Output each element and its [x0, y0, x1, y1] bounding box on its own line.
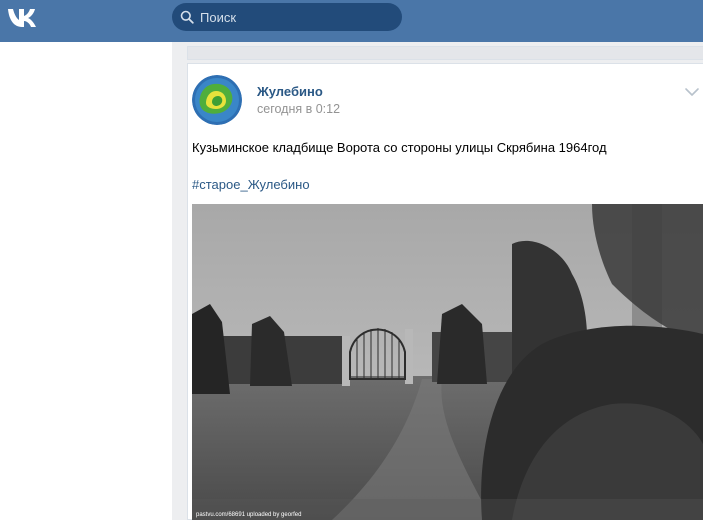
post-author[interactable]: Жулебино [257, 84, 323, 99]
post-text: Кузьминское кладбище Ворота со стороны у… [192, 140, 607, 155]
left-sidebar [0, 42, 172, 520]
post-hashtag[interactable]: #старое_Жулебино [192, 177, 310, 192]
avatar-image [192, 75, 242, 125]
previous-post-bottom [187, 46, 703, 60]
avatar[interactable] [192, 75, 242, 125]
post-photo[interactable]: pastvu.com/68691 uploaded by georfed [192, 204, 703, 520]
top-header-bar [0, 0, 703, 36]
search-box[interactable] [172, 3, 402, 31]
search-icon [180, 10, 194, 24]
chevron-down-icon[interactable] [684, 87, 700, 97]
post-timestamp[interactable]: сегодня в 0:12 [257, 102, 340, 116]
search-input[interactable] [200, 3, 395, 31]
photo-image [192, 204, 703, 520]
vk-logo-icon[interactable] [6, 5, 42, 29]
photo-watermark: pastvu.com/68691 uploaded by georfed [196, 512, 302, 518]
